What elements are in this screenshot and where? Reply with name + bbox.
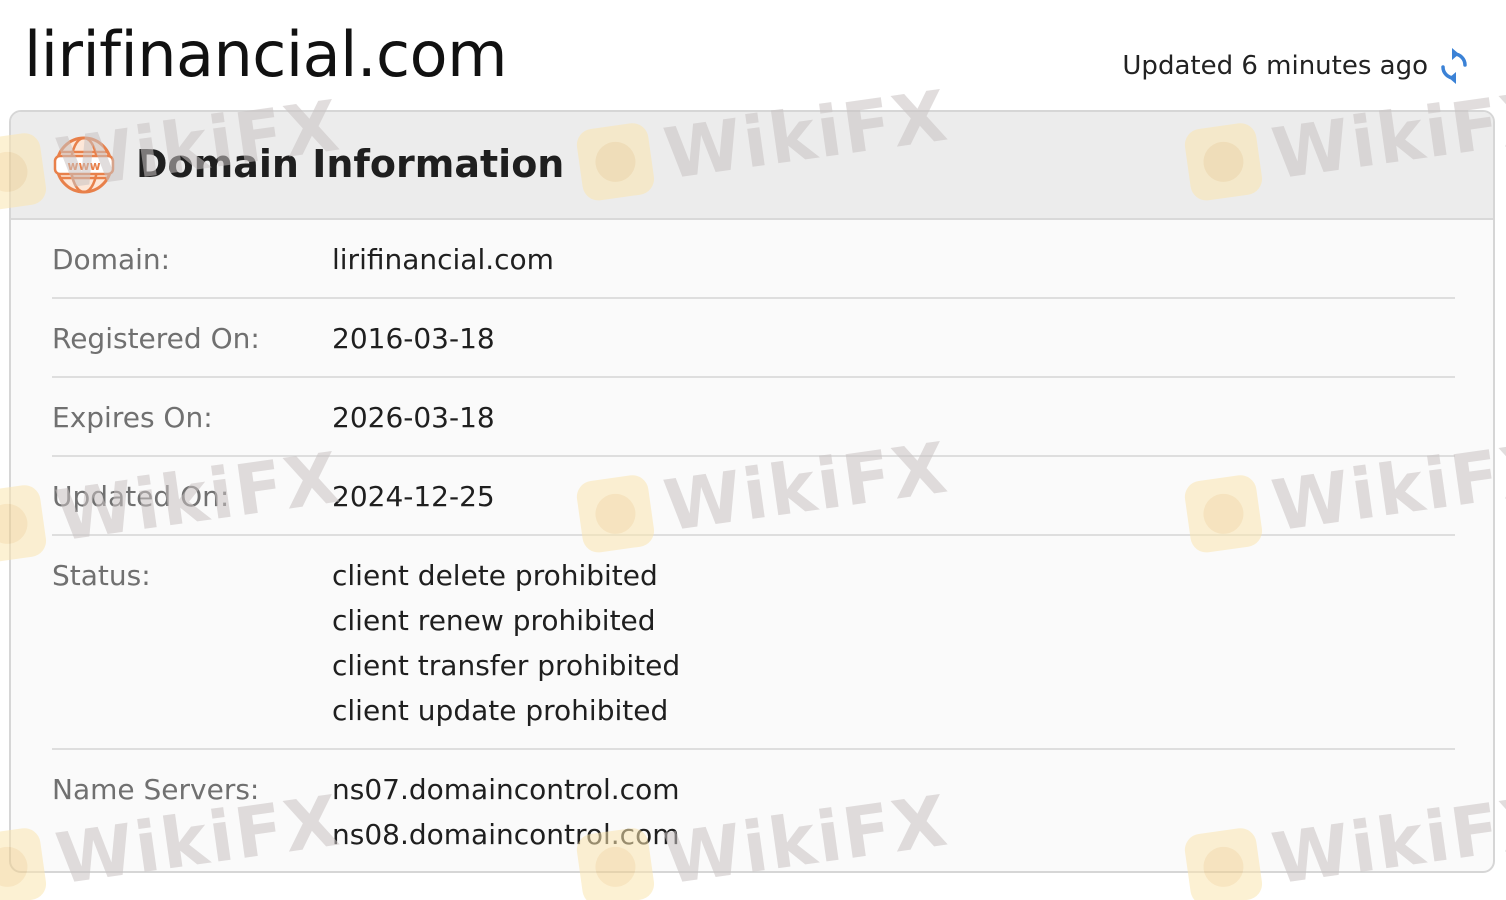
row-value: ns07.domaincontrol.com ns08.domaincontro…: [332, 767, 679, 857]
row-label: Name Servers:: [52, 773, 260, 806]
domain-info-card: www Domain Information Domain: lirifinan…: [9, 110, 1495, 873]
row-value: 2026-03-18: [332, 395, 495, 440]
card-header: www Domain Information: [11, 112, 1493, 220]
svg-text:www: www: [67, 159, 100, 173]
row-label: Domain:: [52, 243, 171, 276]
updated-status: Updated 6 minutes ago: [1122, 48, 1470, 84]
row-value: 2024-12-25: [332, 474, 495, 519]
info-row-updated: Updated On: 2024-12-25: [52, 457, 1455, 536]
refresh-icon[interactable]: [1438, 48, 1470, 84]
info-row-registered: Registered On: 2016-03-18: [52, 299, 1455, 378]
value-line: ns08.domaincontrol.com: [332, 818, 680, 851]
value-line: 2016-03-18: [332, 322, 495, 355]
row-label: Status:: [52, 559, 151, 592]
value-line: client delete prohibited: [332, 559, 658, 592]
row-label: Registered On:: [52, 322, 260, 355]
value-line: client renew prohibited: [332, 604, 656, 637]
info-row-domain: Domain: lirifinancial.com: [52, 220, 1455, 299]
domain-info-rows: Domain: lirifinancial.com Registered On:…: [52, 220, 1455, 871]
info-row-name-servers: Name Servers: ns07.domaincontrol.com ns0…: [52, 750, 1455, 871]
www-icon: www: [53, 134, 115, 196]
value-line: 2024-12-25: [332, 480, 495, 513]
info-row-expires: Expires On: 2026-03-18: [52, 378, 1455, 457]
row-label: Expires On:: [52, 401, 213, 434]
value-line: client transfer prohibited: [332, 649, 681, 682]
row-value: lirifinancial.com: [332, 237, 554, 282]
page-title: lirifinancial.com: [24, 18, 507, 91]
value-line: ns07.domaincontrol.com: [332, 773, 680, 806]
row-value: 2016-03-18: [332, 316, 495, 361]
updated-text: Updated 6 minutes ago: [1122, 51, 1428, 81]
info-row-status: Status: client delete prohibited client …: [52, 536, 1455, 750]
card-title: Domain Information: [136, 142, 565, 186]
value-line: lirifinancial.com: [332, 243, 554, 276]
value-line: client update prohibited: [332, 694, 669, 727]
row-value: client delete prohibited client renew pr…: [332, 553, 680, 733]
value-line: 2026-03-18: [332, 401, 495, 434]
row-label: Updated On:: [52, 480, 230, 513]
